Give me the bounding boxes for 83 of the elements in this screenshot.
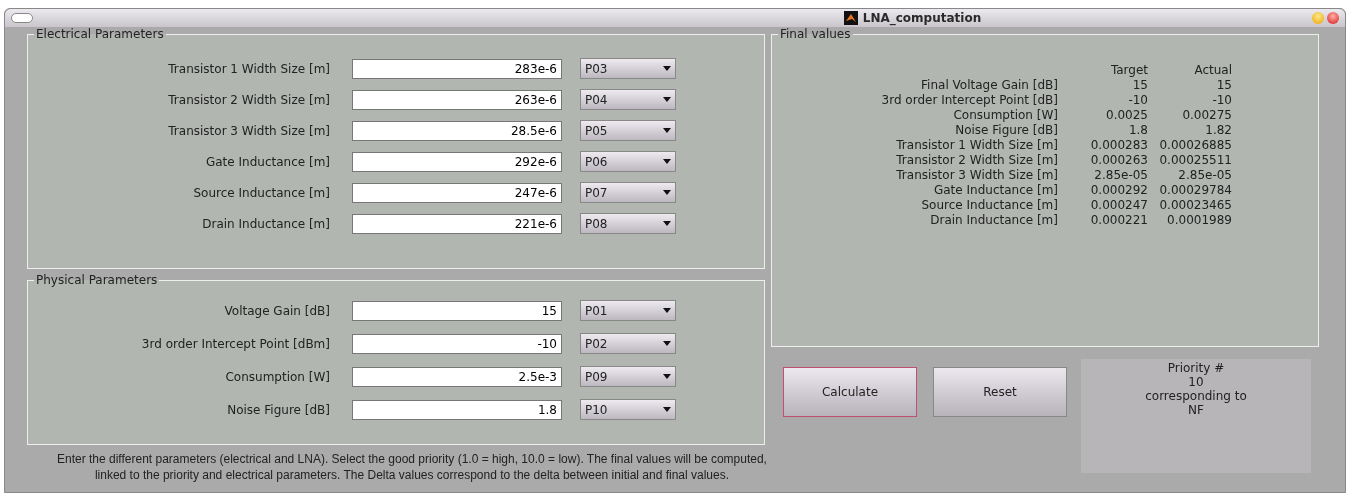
caret-icon xyxy=(663,159,671,164)
priority-dropdown[interactable]: P06 xyxy=(580,151,676,172)
input-field[interactable]: 221e-6 xyxy=(352,213,562,234)
window-title: LNA_computation xyxy=(862,11,982,25)
priority-dropdown[interactable]: P02 xyxy=(580,333,676,354)
input-field[interactable]: 28.5e-6 xyxy=(352,120,562,141)
actual-value: 0.00275 xyxy=(1181,108,1232,122)
row-label: Consumption [W] xyxy=(952,108,1059,122)
field-label: Consumption [W] xyxy=(224,369,331,384)
caret-icon xyxy=(663,128,671,133)
field-label: 3rd order Intercept Point [dBm] xyxy=(140,336,331,351)
panel-title: Final values xyxy=(779,27,852,41)
field-label: Transistor 1 Width Size [m] xyxy=(167,61,331,76)
app-icon xyxy=(843,11,858,25)
actual-value: 0.00025511 xyxy=(1158,153,1232,167)
input-field[interactable]: 283e-6 xyxy=(352,58,562,79)
close-button[interactable] xyxy=(1327,12,1339,24)
field-label: Transistor 3 Width Size [m] xyxy=(167,123,331,138)
actual-value: 0.00026885 xyxy=(1158,138,1232,152)
row-label: Transistor 3 Width Size [m] xyxy=(895,168,1059,182)
caret-icon xyxy=(663,374,671,379)
input-field[interactable]: 247e-6 xyxy=(352,182,562,203)
row-label: Drain Inductance [m] xyxy=(929,213,1059,227)
field-label: Noise Figure [dB] xyxy=(226,402,331,417)
priority-dropdown[interactable]: P08 xyxy=(580,213,676,234)
field-label: Transistor 2 Width Size [m] xyxy=(167,92,331,107)
row-label: Transistor 1 Width Size [m] xyxy=(895,138,1059,152)
actual-value: 0.00023465 xyxy=(1158,198,1232,212)
field-label: Source Inductance [m] xyxy=(192,185,331,200)
reset-button[interactable]: Reset xyxy=(933,367,1067,417)
caret-icon xyxy=(663,341,671,346)
target-value: 1.8 xyxy=(1127,123,1148,137)
field-label: Gate Inductance [m] xyxy=(204,154,331,169)
calculate-button[interactable]: Calculate xyxy=(783,367,917,417)
priority-dropdown[interactable]: P10 xyxy=(580,399,676,420)
caret-icon xyxy=(663,221,671,226)
input-field[interactable]: 15 xyxy=(352,300,562,321)
input-field[interactable]: 263e-6 xyxy=(352,89,562,110)
caret-icon xyxy=(663,308,671,313)
panel-title: Electrical Parameters xyxy=(35,27,165,41)
row-label: Source Inductance [m] xyxy=(920,198,1059,212)
priority-dropdown[interactable]: P01 xyxy=(580,300,676,321)
input-field[interactable]: 1.8 xyxy=(352,399,562,420)
input-field[interactable]: -10 xyxy=(352,333,562,354)
input-field[interactable]: 292e-6 xyxy=(352,151,562,172)
priority-dropdown[interactable]: P04 xyxy=(580,89,676,110)
priority-info: Priority # 10 corresponding to NF xyxy=(1081,359,1311,473)
target-value: 0.000292 xyxy=(1089,183,1148,197)
target-value: 2.85e-05 xyxy=(1093,168,1148,182)
actual-value: 0.00029784 xyxy=(1158,183,1232,197)
column-header: Actual xyxy=(1193,63,1232,77)
row-label: Gate Inductance [m] xyxy=(932,183,1059,197)
target-value: 0.000263 xyxy=(1089,153,1148,167)
target-value: 0.000221 xyxy=(1089,213,1148,227)
input-field[interactable]: 2.5e-3 xyxy=(352,366,562,387)
priority-dropdown[interactable]: P07 xyxy=(580,182,676,203)
target-value: 0.0025 xyxy=(1105,108,1148,122)
panel-title: Physical Parameters xyxy=(35,273,159,287)
row-label: Final Voltage Gain [dB] xyxy=(920,78,1059,92)
caret-icon xyxy=(663,190,671,195)
priority-dropdown[interactable]: P05 xyxy=(580,120,676,141)
help-text: Enter the different parameters (electrical and LNA). Select the good priority (1.0 = high, 10.0 = low). The final values will be computed, linked to the priority and electrical parameters. The Delta values correspond to the delta between initial and final values. xyxy=(56,451,767,484)
actual-value: 15 xyxy=(1215,78,1232,92)
toolbar-toggle-button[interactable] xyxy=(11,13,33,23)
caret-icon xyxy=(663,66,671,71)
target-value: -10 xyxy=(1127,93,1148,107)
target-value: 15 xyxy=(1131,78,1148,92)
row-label: Noise Figure [dB] xyxy=(954,123,1059,137)
actual-value: 0.0001989 xyxy=(1166,213,1232,227)
actual-value: 2.85e-05 xyxy=(1177,168,1232,182)
target-value: 0.000283 xyxy=(1089,138,1148,152)
priority-dropdown[interactable]: P09 xyxy=(580,366,676,387)
row-label: 3rd order Intercept Point [dB] xyxy=(880,93,1059,107)
field-label: Voltage Gain [dB] xyxy=(223,303,331,318)
caret-icon xyxy=(663,97,671,102)
actual-value: -10 xyxy=(1211,93,1232,107)
column-header: Target xyxy=(1109,63,1148,77)
row-label: Transistor 2 Width Size [m] xyxy=(895,153,1059,167)
field-label: Drain Inductance [m] xyxy=(201,216,331,231)
actual-value: 1.82 xyxy=(1204,123,1232,137)
target-value: 0.000247 xyxy=(1089,198,1148,212)
caret-icon xyxy=(663,407,671,412)
priority-dropdown[interactable]: P03 xyxy=(580,58,676,79)
